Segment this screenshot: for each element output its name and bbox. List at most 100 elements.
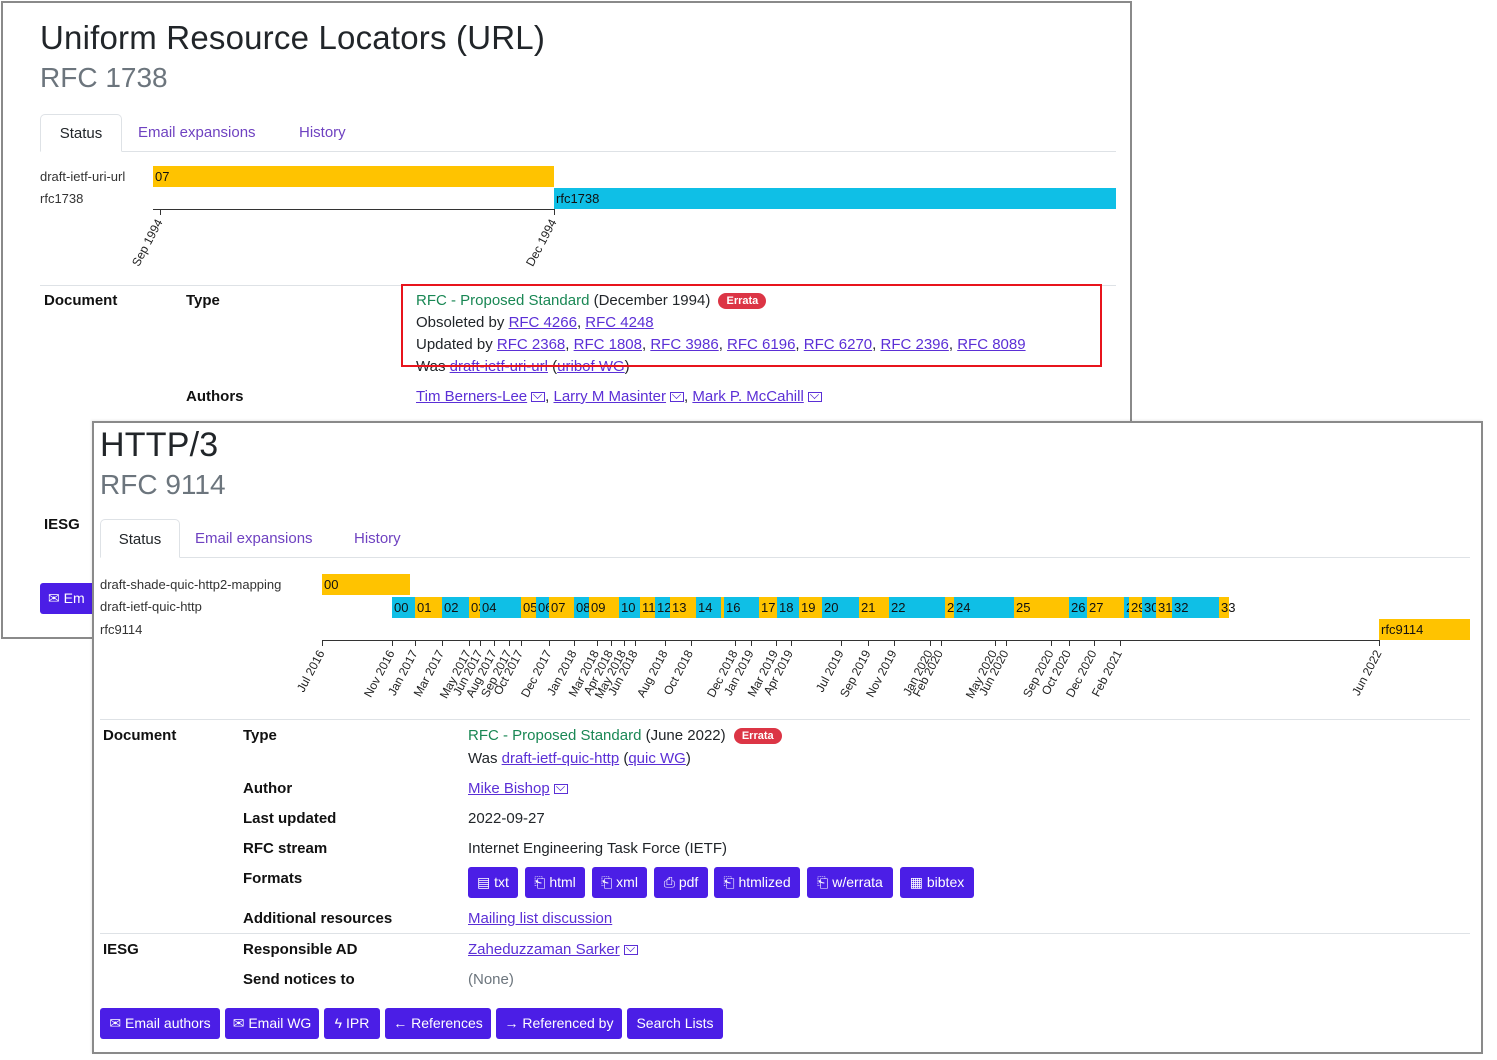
timeline-tick (635, 640, 636, 646)
draft-link[interactable]: draft-ietf-quic-http (502, 750, 620, 767)
format-bibtex-button[interactable]: ▦ bibtex (900, 867, 974, 898)
timeline-bar-label: 07 (551, 600, 566, 615)
timeline-row-label: draft-shade-quic-http2-mapping (100, 577, 282, 592)
timeline-tick (322, 640, 323, 646)
author-label: Author (243, 780, 293, 797)
timeline-bar-label: 20 (824, 600, 839, 615)
timeline-bar-label: 26 (1071, 600, 1086, 615)
timeline-bar-label: 14 (698, 600, 713, 615)
authors-label: Authors (186, 388, 244, 405)
formats-label: Formats (243, 870, 303, 887)
type-value: RFC - Proposed Standard (June 2022) Erra… (468, 727, 782, 744)
timeline-tick (995, 640, 996, 646)
timeline-row-label: draft-ietf-quic-http (100, 599, 202, 614)
send-notices-value: (None) (468, 971, 514, 988)
timeline-bar-label: 09 (591, 600, 606, 615)
responsible-ad-label: Responsible AD (243, 941, 358, 958)
timeline-bar-label: 00 (324, 577, 339, 592)
timeline-tick (611, 640, 612, 646)
timeline-row-label: draft-ietf-uri-url (40, 169, 126, 184)
page-title: HTTP/3 (100, 426, 219, 464)
send-notices-label: Send notices to (243, 971, 355, 988)
additional-resources-label: Additional resources (243, 910, 393, 927)
timeline-axis (153, 209, 554, 210)
mail-icon[interactable] (553, 784, 568, 794)
format-xml-button[interactable]: ⎗ xml (592, 867, 647, 898)
last-updated-label: Last updated (243, 810, 337, 827)
timeline-bar-label: 24 (956, 600, 971, 615)
page-title: Uniform Resource Locators (URL) (40, 19, 546, 56)
mailing-list-link[interactable]: Mailing list discussion (468, 910, 612, 927)
timeline-tick (776, 640, 777, 646)
format-htmlized-button[interactable]: ⎗ htmlized (714, 867, 800, 898)
errata-badge[interactable]: Errata (733, 728, 782, 744)
mail-icon[interactable] (807, 392, 822, 402)
timeline-bar-label: 08 (576, 600, 591, 615)
timeline-bar-draft[interactable] (153, 166, 554, 187)
timeline-bar-label: 00 (394, 600, 409, 615)
timeline-tick (509, 640, 510, 646)
author-link[interactable]: Larry M Masinter (554, 388, 667, 405)
timeline-bar-label: 13 (672, 600, 687, 615)
timeline-tick (392, 640, 393, 646)
timeline-bar-label: 27 (1089, 600, 1104, 615)
author-link[interactable]: Mark P. McCahill (692, 388, 803, 405)
email-authors-button[interactable]: ✉ Email authors (100, 1008, 220, 1039)
timeline-tick (791, 640, 792, 646)
highlight-box (401, 284, 1102, 367)
timeline-bar-label: 22 (891, 600, 906, 615)
timeline-tick (1069, 640, 1070, 646)
timeline-bar-label: 01 (417, 600, 432, 615)
format-html-button[interactable]: ⎗ html (525, 867, 585, 898)
rfc-status: RFC - Proposed Standard (468, 727, 642, 744)
timeline-bar-label: 25 (1016, 600, 1031, 615)
timeline-tick (841, 640, 842, 646)
tab-status[interactable]: Status (40, 114, 122, 152)
ipr-button[interactable]: ϟ IPR (324, 1008, 380, 1039)
mail-icon[interactable] (670, 392, 685, 402)
timeline-bar-label: 04 (482, 600, 497, 615)
tab-history[interactable]: History (354, 530, 401, 547)
section-divider (100, 933, 1470, 934)
timeline-bar-label: 11 (642, 600, 656, 615)
timeline-bar-label: 02 (444, 600, 459, 615)
wg-link[interactable]: quic WG (628, 750, 686, 767)
timeline-tick (480, 640, 481, 646)
timeline-tick (735, 640, 736, 646)
mail-icon[interactable] (623, 945, 638, 955)
tab-email-expansions[interactable]: Email expansions (138, 124, 256, 141)
rfc-date: (June 2022) (641, 727, 726, 744)
timeline-tick (1006, 640, 1007, 646)
tab-email-expansions[interactable]: Email expansions (195, 530, 313, 547)
search-lists-button[interactable]: Search Lists (627, 1008, 723, 1039)
authors-list: Tim Berners-Lee, Larry M Masinter, Mark … (416, 388, 822, 405)
author-link[interactable]: Mike Bishop (468, 780, 550, 797)
timeline-tick-label: Jun 2022 (1348, 647, 1385, 698)
format-errata-button[interactable]: ⎗ w/errata (807, 867, 893, 898)
timeline-row-label: rfc9114 (100, 622, 143, 637)
timeline-bar-label: 17 (761, 600, 776, 615)
timeline-tick (574, 640, 575, 646)
tabs-divider (100, 557, 1470, 558)
timeline-bar-rfc[interactable] (554, 188, 1116, 209)
timeline-tick (549, 640, 550, 646)
was-draft: Was draft-ietf-quic-http (quic WG) (468, 750, 691, 767)
format-pdf-button[interactable]: ⎙ pdf (654, 867, 708, 898)
last-updated-value: 2022-09-27 (468, 810, 545, 827)
rfc-stream-value: Internet Engineering Task Force (IETF) (468, 840, 727, 857)
timeline-bar-label: 05 (523, 600, 538, 615)
tab-history[interactable]: History (299, 124, 346, 141)
section-divider (100, 719, 1470, 720)
section-document-label: Document (103, 727, 177, 744)
referenced-by-button[interactable]: → Referenced by (496, 1008, 622, 1039)
author-link[interactable]: Tim Berners-Lee (416, 388, 527, 405)
email-authors-button[interactable]: ✉ Em (40, 583, 100, 614)
ad-link[interactable]: Zaheduzzaman Sarker (468, 941, 620, 958)
timeline-tick (597, 640, 598, 646)
references-button[interactable]: ← References (385, 1008, 491, 1039)
tab-status[interactable]: Status (100, 519, 180, 558)
timeline-bar-label: 21 (861, 600, 876, 615)
email-wg-button[interactable]: ✉ Email WG (225, 1008, 319, 1039)
format-txt-button[interactable]: ▤ txt (468, 867, 518, 898)
mail-icon[interactable] (531, 392, 546, 402)
